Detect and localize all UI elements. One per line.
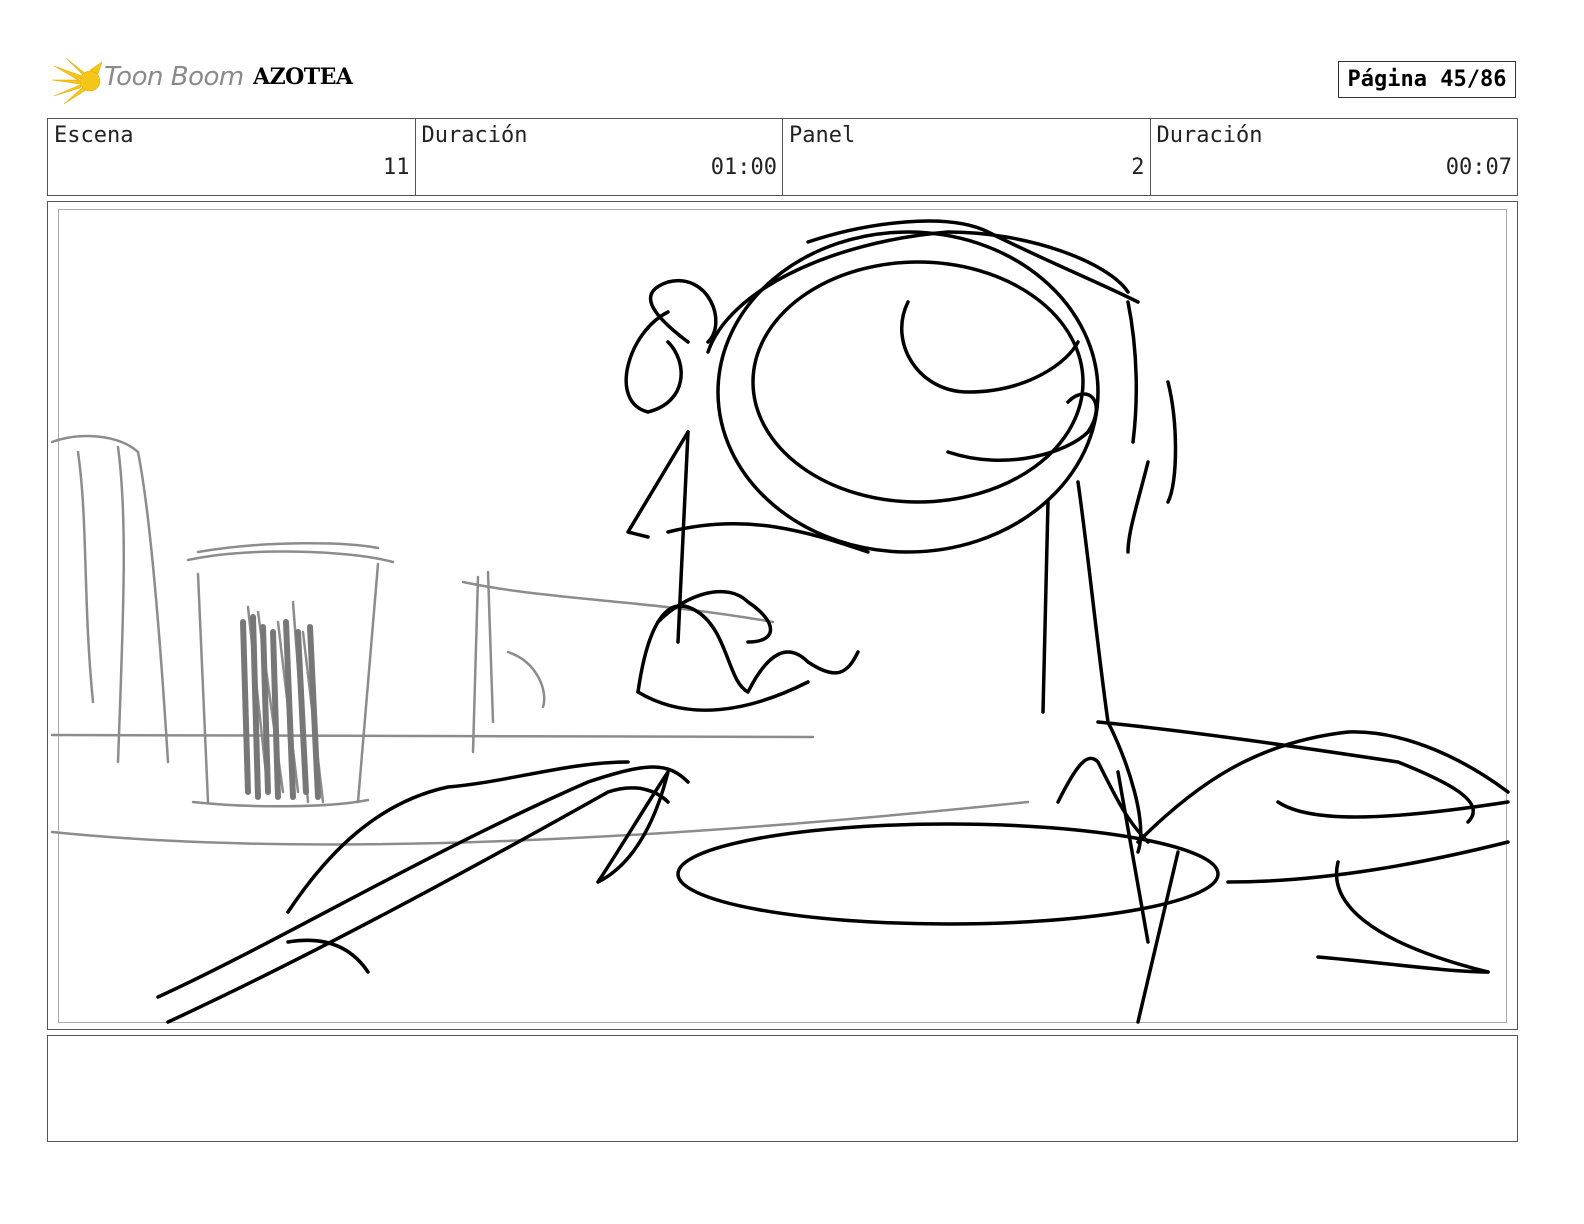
storyboard-sketch <box>50 219 1510 1024</box>
panel-value: 2 <box>1131 155 1145 180</box>
panel-notes <box>47 1035 1518 1142</box>
panel-label: Panel <box>789 123 856 148</box>
panel-frame <box>47 201 1518 1030</box>
character-sketch <box>156 219 1510 1024</box>
scene-duration-label: Duración <box>421 123 528 148</box>
panel-duration-value: 00:07 <box>1445 155 1512 180</box>
panel-duration-cell: Duración 00:07 <box>1151 119 1518 195</box>
project-title: AZOTEA <box>253 64 353 90</box>
page-number: Página 45/86 <box>1338 61 1516 98</box>
panel-duration-label: Duración <box>1156 123 1263 148</box>
scene-duration-value: 01:00 <box>710 155 777 180</box>
scene-duration-cell: Duración 01:00 <box>416 119 783 195</box>
scene-value: 11 <box>383 155 410 180</box>
panel-cell: Panel 2 <box>783 119 1151 195</box>
toon-boom-star-icon <box>52 57 103 105</box>
scene-label: Escena <box>54 123 134 148</box>
scene-cell: Escena 11 <box>48 119 416 195</box>
background-sketch <box>50 434 1030 846</box>
toon-boom-logo: Toon Boom <box>52 56 244 106</box>
logo-text: Toon Boom <box>104 62 244 92</box>
panel-info-row: Escena 11 Duración 01:00 Panel 2 Duració… <box>47 118 1518 196</box>
